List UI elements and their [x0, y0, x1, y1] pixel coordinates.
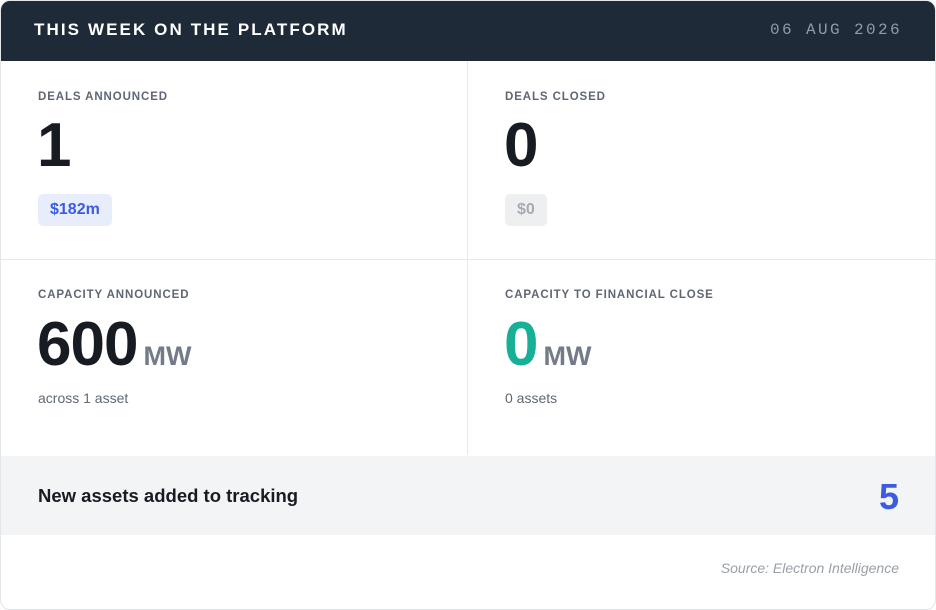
capacity-financial-close-tile: CAPACITY TO FINANCIAL CLOSE 0 MW 0 assets — [468, 260, 935, 455]
capacity-financial-close-label: CAPACITY TO FINANCIAL CLOSE — [505, 289, 714, 301]
new-assets-band: New assets added to tracking 5 — [1, 456, 935, 535]
deals-announced-tile: DEALS ANNOUNCED 1 $182m — [1, 61, 468, 260]
deals-closed-value: 0 — [504, 111, 538, 180]
capacity-announced-label: CAPACITY ANNOUNCED — [38, 289, 190, 301]
deals-announced-label: DEALS ANNOUNCED — [38, 91, 168, 103]
capacity-financial-close-unit: MW — [543, 341, 592, 371]
deals-announced-value: 1 — [37, 111, 71, 180]
capacity-announced-tile: CAPACITY ANNOUNCED 600 MW across 1 asset — [1, 260, 468, 455]
card-header: THIS WEEK ON THE PLATFORM 06 AUG 2026 — [1, 1, 935, 61]
deals-closed-amount-badge: $0 — [505, 194, 547, 226]
weekly-summary-card: THIS WEEK ON THE PLATFORM 06 AUG 2026 DE… — [0, 0, 936, 610]
capacity-financial-close-value: 0 — [504, 310, 538, 379]
new-assets-count: 5 — [878, 476, 899, 517]
capacity-financial-close-figure: 0 MW — [504, 310, 591, 391]
card-title: THIS WEEK ON THE PLATFORM — [34, 20, 348, 39]
new-assets-label: New assets added to tracking — [38, 485, 299, 506]
source-note: Source: Electron Intelligence — [720, 560, 899, 576]
deals-closed-tile: DEALS CLOSED 0 $0 — [468, 61, 935, 260]
capacity-announced-figure: 600 MW — [37, 310, 191, 391]
deals-closed-label: DEALS CLOSED — [505, 91, 606, 103]
capacity-announced-subtext: across 1 asset — [38, 390, 129, 406]
capacity-financial-close-subtext: 0 assets — [505, 390, 558, 406]
deals-announced-amount-badge: $182m — [38, 194, 112, 226]
capacity-announced-value: 600 — [37, 310, 138, 379]
capacity-announced-unit: MW — [143, 341, 192, 371]
header-date: 06 AUG 2026 — [769, 21, 902, 39]
